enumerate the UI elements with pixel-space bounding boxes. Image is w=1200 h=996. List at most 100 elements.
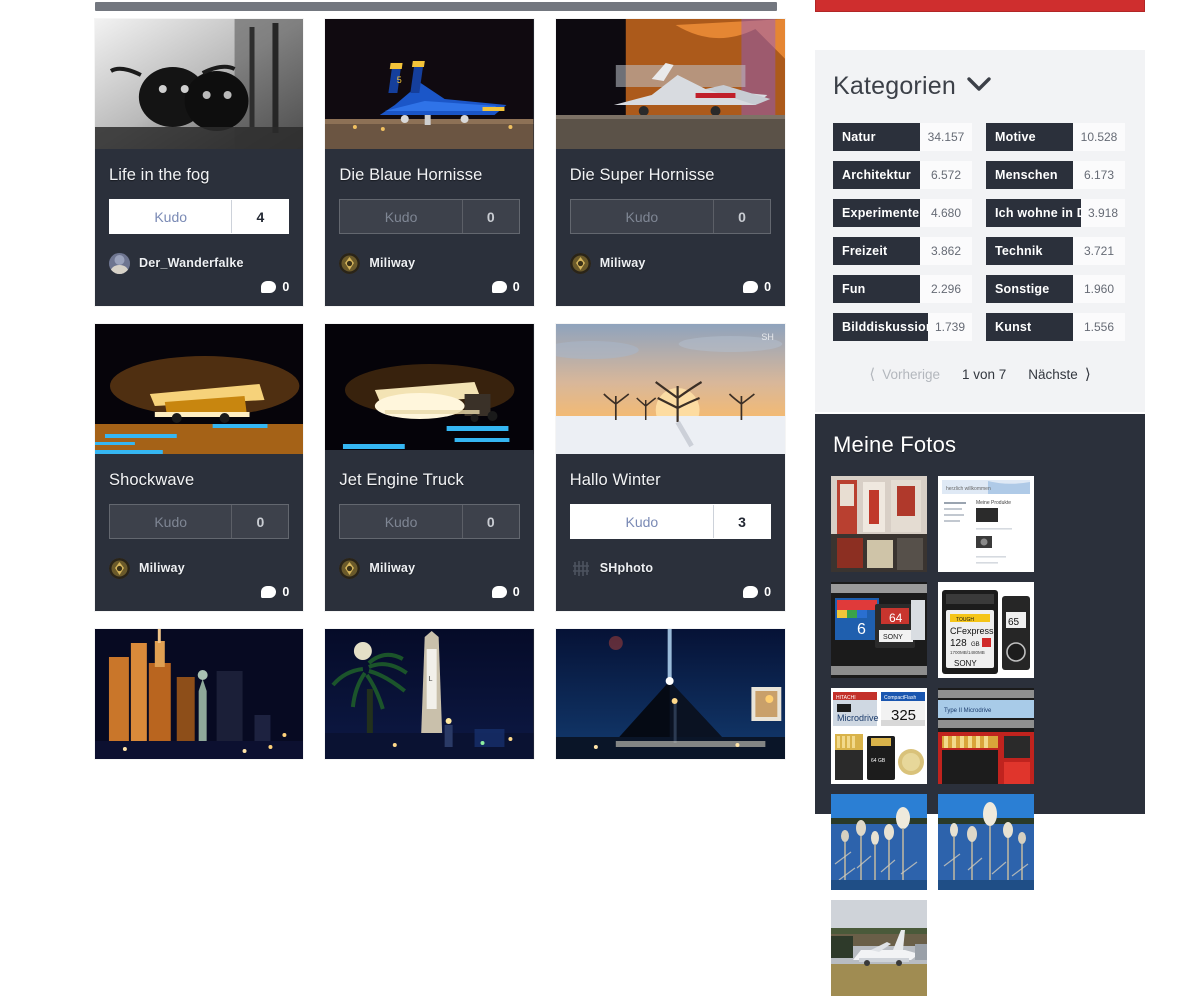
thumbnail-mystory-welcome-webpage[interactable]: herzlich willkommen Meine Produkte (938, 476, 1034, 572)
avatar[interactable] (569, 557, 591, 579)
photo-card[interactable]: Die Super Hornisse Kudo 0 Miliway 0 (555, 19, 786, 306)
kudo-button[interactable]: Kudo 0 (339, 199, 520, 234)
comment-count-group[interactable]: 0 (109, 585, 289, 599)
kudo-label[interactable]: Kudo (110, 505, 231, 538)
photo-thumbnail-blue-angels[interactable]: 5 (325, 19, 534, 149)
thumbnail-airliner-on-apron[interactable] (831, 900, 927, 996)
category-count: 3.721 (1073, 237, 1125, 265)
comment-bubble-icon (491, 281, 507, 293)
comment-count-group[interactable]: 0 (109, 280, 289, 294)
category-item-motive[interactable]: Motive 10.528 (986, 123, 1125, 151)
kudo-button[interactable]: Kudo 0 (109, 504, 290, 539)
category-item-freizeit[interactable]: Freizeit 3.862 (833, 237, 972, 265)
avatar[interactable] (109, 252, 130, 274)
photo-thumbnail-winter-sunset[interactable]: SH (555, 324, 786, 454)
photo-card[interactable]: Life in the fog Kudo 4 Der_Wanderfalke 0 (95, 19, 304, 306)
photo-title: Die Blaue Hornisse (339, 166, 483, 184)
photo-author[interactable]: Der_Wanderfalke (109, 252, 289, 274)
kudo-label[interactable]: Kudo (340, 505, 461, 538)
kudo-button[interactable]: Kudo 4 (109, 199, 290, 234)
pagination-next-button[interactable]: Nächste ⟩ (1028, 367, 1090, 382)
photo-thumbnail-highland-cattle[interactable] (95, 19, 304, 149)
svg-text:Meine Produkte: Meine Produkte (976, 500, 1011, 506)
photo-thumbnail-vegas-luxor-pyramid[interactable] (555, 629, 786, 759)
category-item-kunst[interactable]: Kunst 1.556 (986, 313, 1125, 341)
author-name[interactable]: Miliway (369, 256, 415, 270)
category-item-experimente[interactable]: Experimente 4.680 (833, 199, 972, 227)
photo-title: Shockwave (109, 471, 195, 489)
category-item-ich-wohne-in-d[interactable]: Ich wohne in D 3.918 (986, 199, 1125, 227)
pagination-prev-button: ⟨ Vorherige (869, 367, 940, 382)
thumbnail-workshop-red-machines[interactable] (831, 476, 927, 572)
photo-author[interactable]: Miliway (569, 252, 771, 274)
author-name[interactable]: SHphoto (600, 561, 653, 575)
photo-thumbnail-super-hornet[interactable] (555, 19, 786, 149)
kudo-label[interactable]: Kudo (340, 200, 461, 233)
chevron-down-icon[interactable] (966, 76, 992, 97)
photo-card[interactable]: Shockwave Kudo 0 Miliway 0 (95, 324, 304, 611)
thumbnail-red-memory-card-macro[interactable]: Type II Microdrive (938, 688, 1034, 784)
category-item-sonstige[interactable]: Sonstige 1.960 (986, 275, 1125, 303)
photo-card-body: Shockwave Kudo 0 Miliway 0 (95, 454, 303, 611)
author-name[interactable]: Miliway (600, 256, 646, 270)
kudo-button[interactable]: Kudo 0 (569, 199, 772, 234)
comment-count: 0 (282, 280, 290, 294)
photo-thumbnail-vegas-luxor-obelisk[interactable]: L (325, 629, 534, 759)
thumbnail-frost-plants-blue-water-2[interactable] (938, 794, 1034, 890)
kudo-label[interactable]: Kudo (571, 505, 713, 538)
comment-count-group[interactable]: 0 (570, 585, 771, 599)
photo-card[interactable]: SH Hallo Winter Kudo 3 SHphoto 0 (555, 324, 786, 611)
category-item-menschen[interactable]: Menschen 6.173 (986, 161, 1125, 189)
photo-card[interactable]: L (325, 629, 534, 759)
thumbnail-memory-cards-stack[interactable]: 6 64 SONY (831, 582, 927, 678)
photo-author[interactable]: SHphoto (569, 557, 771, 579)
chevron-right-icon[interactable]: ⟩ (1085, 367, 1091, 382)
category-count: 3.918 (1081, 199, 1125, 227)
author-name[interactable]: Miliway (369, 561, 415, 575)
svg-text:65: 65 (1008, 617, 1020, 628)
photo-card[interactable]: Jet Engine Truck Kudo 0 Miliway 0 (325, 324, 534, 611)
kudo-label[interactable]: Kudo (571, 200, 713, 233)
svg-text:Type II Microdrive: Type II Microdrive (944, 708, 992, 714)
photo-author[interactable]: Miliway (109, 557, 289, 579)
photo-card[interactable] (555, 629, 786, 759)
chevron-left-icon: ⟨ (869, 366, 876, 383)
pagination-next-label[interactable]: Nächste (1028, 367, 1078, 382)
category-item-natur[interactable]: Natur 34.157 (833, 123, 972, 151)
kudo-count: 0 (231, 505, 288, 538)
thumbnail-frost-plants-blue-water-1[interactable] (831, 794, 927, 890)
thumbnail-hitachi-microdrive-compactflash[interactable]: HITACHI Microdrive CompactFlash 325 64 G… (831, 688, 927, 784)
author-name[interactable]: Der_Wanderfalke (139, 256, 244, 270)
comment-count-group[interactable]: 0 (570, 280, 771, 294)
photo-thumbnail-jet-engine-truck[interactable] (325, 324, 534, 454)
comment-count-group[interactable]: 0 (339, 585, 520, 599)
photo-author[interactable]: Miliway (339, 557, 519, 579)
category-name: Natur (842, 130, 876, 144)
photo-thumbnail-shockwave[interactable] (95, 324, 304, 454)
thumbnail-sony-cfexpress-128gb[interactable]: TOUGH CFexpress 128 GB 1700MB/1480MB SON… (938, 582, 1034, 678)
main-content: Life in the fog Kudo 4 Der_Wanderfalke 0… (0, 0, 800, 800)
photo-card[interactable] (95, 629, 304, 759)
category-item-fun[interactable]: Fun 2.296 (833, 275, 972, 303)
photo-card[interactable]: 5 Die Blaue Hornisse Kudo 0 Miliway 0 (325, 19, 534, 306)
photo-author[interactable]: Miliway (339, 252, 519, 274)
category-item-architektur[interactable]: Architektur 6.572 (833, 161, 972, 189)
avatar[interactable] (569, 252, 591, 274)
category-item-technik[interactable]: Technik 3.721 (986, 237, 1125, 265)
avatar[interactable] (339, 557, 361, 579)
categories-header[interactable]: Kategorien (815, 50, 1145, 101)
category-count: 2.296 (920, 275, 972, 303)
comment-count-group[interactable]: 0 (339, 280, 520, 294)
category-count: 34.157 (920, 123, 972, 151)
avatar[interactable] (339, 252, 361, 274)
avatar[interactable] (109, 557, 130, 579)
kudo-button[interactable]: Kudo 3 (569, 504, 772, 539)
kudo-label[interactable]: Kudo (110, 200, 231, 233)
svg-text:GB: GB (971, 642, 980, 648)
author-name[interactable]: Miliway (139, 561, 185, 575)
category-item-bilddiskussion[interactable]: Bilddiskussion 1.739 (833, 313, 972, 341)
promo-banner[interactable] (815, 0, 1145, 12)
kudo-button[interactable]: Kudo 0 (339, 504, 520, 539)
photo-thumbnail-vegas-new-york-new-york[interactable] (95, 629, 304, 759)
photo-card-body: Jet Engine Truck Kudo 0 Miliway 0 (325, 454, 533, 611)
